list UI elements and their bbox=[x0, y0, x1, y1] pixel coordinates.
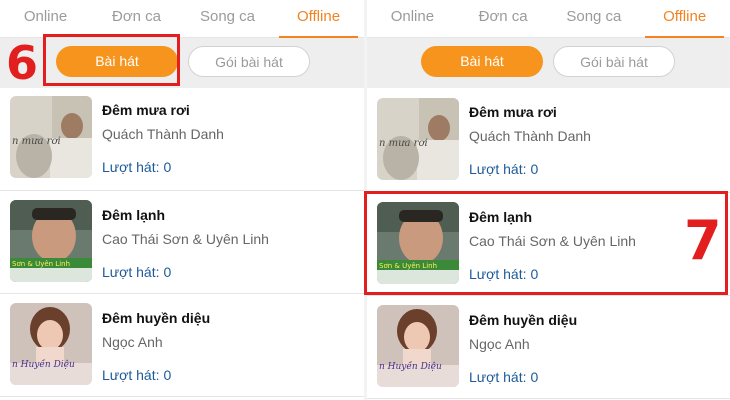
song-thumbnail: n Huyền Diệu bbox=[10, 303, 92, 385]
play-count: Lượt hát: 0 bbox=[469, 369, 539, 385]
tab-duet[interactable]: Song ca bbox=[182, 0, 273, 37]
song-thumbnail: n Huyền Diệu bbox=[377, 305, 459, 387]
song-row[interactable]: n mưa rơi Đêm mưa rơi Quách Thành Danh L… bbox=[0, 88, 364, 191]
thumbnail-caption: n mưa rơi bbox=[379, 138, 428, 149]
song-artist: Ngọc Anh bbox=[469, 336, 530, 352]
song-thumbnail: n mưa rơi bbox=[377, 98, 459, 180]
tab-solo[interactable]: Đơn ca bbox=[91, 0, 182, 37]
play-count: Lượt hát: 0 bbox=[469, 161, 539, 177]
play-count: Lượt hát: 0 bbox=[102, 367, 172, 383]
step-number-7: 7 bbox=[684, 209, 722, 272]
thumbnail-caption: n Huyền Diệu bbox=[379, 361, 442, 372]
song-artist: Ngọc Anh bbox=[102, 334, 163, 350]
tab-bar: Online Đơn ca Song ca Offline bbox=[0, 0, 364, 39]
thumbnail-caption: n mưa rơi bbox=[12, 136, 61, 147]
song-thumbnail: n mưa rơi bbox=[10, 96, 92, 178]
tab-offline[interactable]: Offline bbox=[639, 0, 730, 39]
song-title: Đêm lạnh bbox=[102, 207, 166, 223]
highlight-songs-button bbox=[43, 34, 180, 86]
song-row[interactable]: Sơn & Uyên Linh Đêm lạnh Cao Thái Sơn & … bbox=[0, 191, 364, 294]
tab-solo[interactable]: Đơn ca bbox=[458, 0, 549, 37]
thumbnail-caption: n Huyền Diệu bbox=[12, 359, 75, 370]
song-title: Đêm huyền diệu bbox=[469, 312, 578, 328]
song-artist: Quách Thành Danh bbox=[102, 126, 224, 142]
song-row[interactable]: n Huyền Diệu Đêm huyền diệu Ngọc Anh Lượ… bbox=[367, 296, 730, 399]
song-title: Đêm mưa rơi bbox=[102, 102, 190, 118]
song-artist: Cao Thái Sơn & Uyên Linh bbox=[102, 231, 269, 247]
filter-bar: Bài hát Gói bài hát bbox=[367, 38, 730, 88]
step-number-6: 6 bbox=[6, 36, 39, 90]
packages-filter-button[interactable]: Gói bài hát bbox=[188, 46, 310, 77]
thumbnail-caption: Sơn & Uyên Linh bbox=[12, 260, 70, 268]
tab-duet[interactable]: Song ca bbox=[549, 0, 640, 37]
tab-online[interactable]: Online bbox=[367, 0, 458, 37]
play-count: Lượt hát: 0 bbox=[102, 159, 172, 175]
song-row[interactable]: n mưa rơi Đêm mưa rơi Quách Thành Danh L… bbox=[367, 90, 730, 193]
song-row[interactable]: n Huyền Diệu Đêm huyền diệu Ngọc Anh Lượ… bbox=[0, 294, 364, 397]
tab-bar: Online Đơn ca Song ca Offline bbox=[367, 0, 730, 39]
play-count: Lượt hát: 0 bbox=[102, 264, 172, 280]
tab-offline[interactable]: Offline bbox=[273, 0, 364, 39]
song-list: n mưa rơi Đêm mưa rơi Quách Thành Danh L… bbox=[0, 88, 364, 397]
song-artist: Quách Thành Danh bbox=[469, 128, 591, 144]
highlight-song-row bbox=[364, 191, 728, 295]
packages-filter-button[interactable]: Gói bài hát bbox=[553, 46, 675, 77]
song-title: Đêm mưa rơi bbox=[469, 104, 557, 120]
song-title: Đêm huyền diệu bbox=[102, 310, 211, 326]
songs-filter-button[interactable]: Bài hát bbox=[421, 46, 543, 77]
tab-online[interactable]: Online bbox=[0, 0, 91, 37]
song-thumbnail: Sơn & Uyên Linh bbox=[10, 200, 92, 282]
